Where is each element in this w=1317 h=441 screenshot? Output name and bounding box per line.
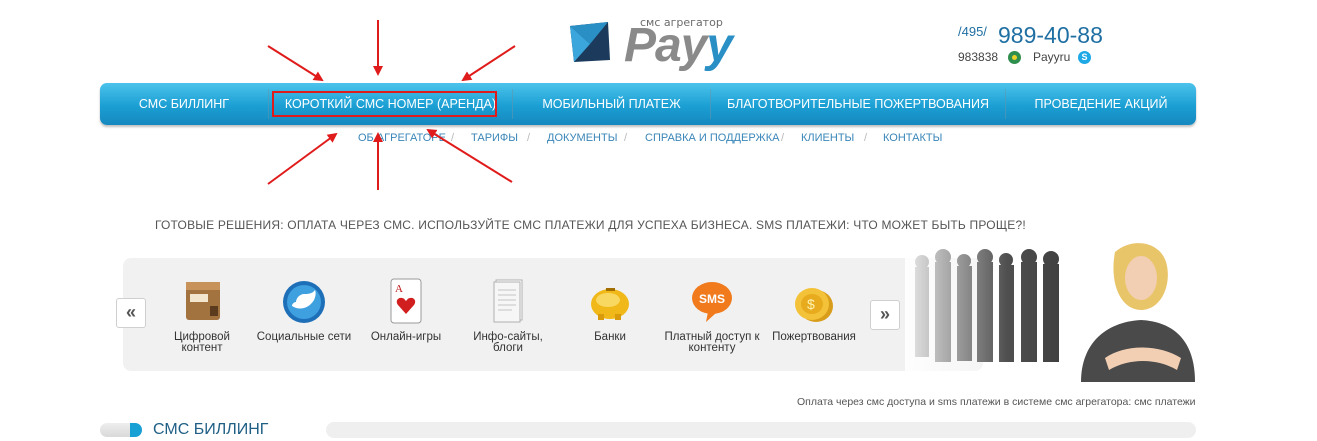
image-caption: Оплата через смс доступа и sms платежи в…: [797, 396, 1196, 408]
subnav-contacts[interactable]: КОНТАКТЫ: [883, 132, 942, 144]
arrow-top-left: [267, 45, 324, 82]
svg-text:$: $: [807, 296, 815, 312]
carousel-next-button[interactable]: »: [870, 300, 900, 330]
skype-name[interactable]: Payyru: [1033, 50, 1070, 64]
phone-number: 989-40-88: [998, 22, 1103, 48]
subnav-help-support[interactable]: СПРАВКА И ПОДДЕРЖКА: [645, 132, 779, 144]
skype-icon[interactable]: S: [1078, 51, 1091, 64]
logo-mark-icon: [570, 22, 610, 62]
sms-bubble-text: SMS: [699, 292, 725, 306]
section-marker: [100, 423, 142, 437]
document-icon: [493, 279, 523, 323]
nav-item-mobile-payment[interactable]: МОБИЛЬНЫЙ ПЛАТЕЖ: [513, 83, 710, 125]
arrow-top-right: [461, 45, 516, 82]
subnav-tariffs[interactable]: ТАРИФЫ: [471, 132, 518, 144]
carousel-item-label: Инфо-сайты, блоги: [473, 331, 543, 354]
page: смс агрегатор Payy /495/ 989-40-88 98383…: [0, 0, 1317, 441]
payy-logo[interactable]: смс агрегатор Payy: [568, 14, 758, 74]
carousel-item-label: Онлайн-игры: [370, 331, 442, 343]
nav-item-sms-billing[interactable]: СМС БИЛЛИНГ: [100, 83, 268, 125]
logo-wordmark: Payy: [624, 19, 733, 72]
subnav-separator: /: [527, 132, 531, 144]
subnav-separator: /: [864, 132, 868, 144]
carousel-prev-button[interactable]: «: [116, 298, 146, 328]
business-people-image: [905, 232, 1195, 382]
tagline: ГОТОВЫЕ РЕШЕНИЯ: ОПЛАТА ЧЕРЕЗ СМС. ИСПОЛ…: [155, 218, 1026, 232]
subnav-clients[interactable]: КЛИЕНТЫ: [801, 132, 854, 144]
carousel-item-label: Цифровой контент: [174, 331, 230, 354]
icq-number: 983838: [958, 50, 999, 64]
sub-nav: ОБ АГРЕГАТОРЕ / ТАРИФЫ / ДОКУМЕНТЫ / СПР…: [0, 132, 1317, 148]
playing-card-icon: A: [390, 278, 422, 324]
svg-text:A: A: [395, 283, 403, 295]
nav-item-charity-donations[interactable]: БЛАГОТВОРИТЕЛЬНЫЕ ПОЖЕРТВОВАНИЯ: [711, 83, 1005, 125]
carousel: [123, 258, 983, 371]
subnav-about[interactable]: ОБ АГРЕГАТОРЕ: [358, 132, 446, 144]
subnav-separator: /: [781, 132, 785, 144]
highlight-box: [272, 91, 497, 117]
nav-item-promotions[interactable]: ПРОВЕДЕНИЕ АКЦИЙ: [1006, 83, 1196, 125]
icq-flower-icon: [1008, 51, 1021, 64]
piggy-bank-icon: [591, 288, 629, 320]
section-title: СМС БИЛЛИНГ: [153, 421, 269, 438]
package-icon: [186, 282, 220, 320]
logo-text-main: Pay: [624, 19, 707, 72]
subnav-separator: /: [624, 132, 628, 144]
subnav-documents[interactable]: ДОКУМЕНТЫ: [547, 132, 617, 144]
main-nav: СМС БИЛЛИНГ КОРОТКИЙ СМС НОМЕР (АРЕНДА) …: [100, 83, 1196, 125]
twitter-bird-icon: [283, 281, 325, 323]
section-divider: [326, 422, 1196, 438]
subnav-separator: /: [451, 132, 455, 144]
carousel-item-label: Банки: [594, 331, 626, 343]
section-marker-dot: [130, 423, 142, 437]
coins-icon: $: [795, 288, 833, 322]
phone-code: /495/: [958, 24, 987, 39]
logo-text-accent: y: [706, 19, 733, 72]
carousel-item-label: Платный доступ к контенту: [664, 331, 760, 354]
sms-bubble-icon: SMS: [692, 282, 732, 322]
carousel-item-label: Пожертвования: [772, 331, 856, 343]
carousel-item-label: Социальные сети: [256, 331, 352, 343]
